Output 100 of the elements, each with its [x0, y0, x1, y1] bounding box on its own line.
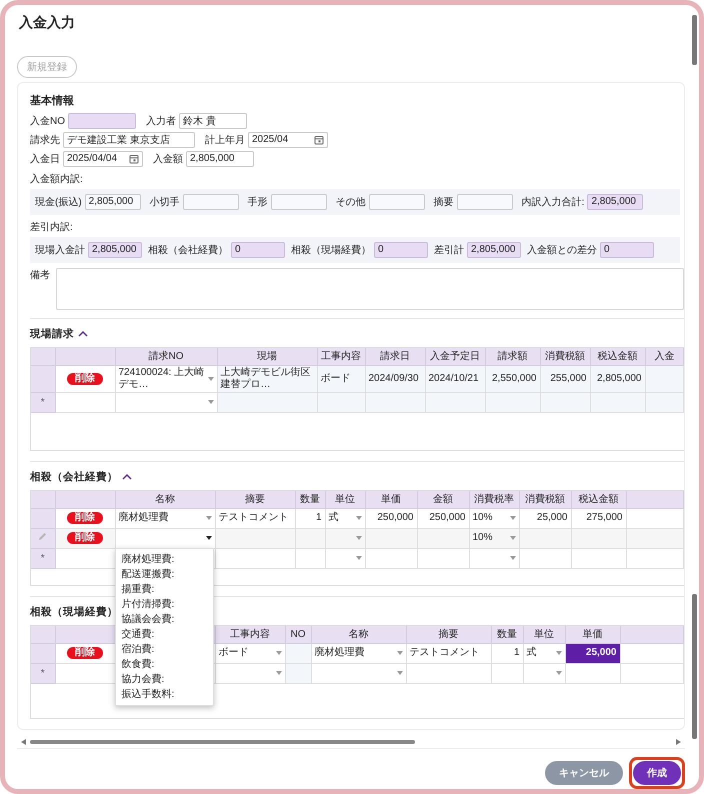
dropdown-option[interactable]: 協議会会費:	[116, 612, 212, 627]
column-header: 現場	[217, 348, 317, 366]
dropdown-cell[interactable]: 10%	[469, 508, 519, 528]
delete-button[interactable]: 削除	[67, 532, 103, 544]
field-label: 差引計	[434, 244, 464, 257]
dropdown-option[interactable]: 片付清掃費:	[116, 596, 212, 612]
dropdown-cell[interactable]: 724100024: 上大崎デモ…	[115, 365, 217, 392]
table-cell: 275,000	[571, 508, 626, 528]
caret-down-icon	[510, 556, 516, 560]
field-label: 備考	[30, 268, 50, 283]
scrollbar-thumb[interactable]	[692, 594, 697, 739]
column-header: 消費税率	[469, 490, 519, 508]
delete-button[interactable]: 削除	[67, 372, 103, 385]
dropdown-option[interactable]: 交通費:	[116, 626, 212, 642]
input-field[interactable]	[368, 194, 425, 210]
field-label: 入金日	[30, 152, 60, 166]
dropdown-option[interactable]: 振込手数料:	[116, 686, 212, 702]
field-label: 入金額	[153, 152, 183, 166]
section-title: 相殺（現場経費）	[30, 604, 118, 619]
date-field[interactable]: 2025/04	[248, 132, 328, 148]
table-cell: 255,000	[540, 365, 590, 392]
field-label: 内訳入力合計:	[522, 196, 584, 209]
field-label: その他	[336, 196, 366, 209]
field-label: 計上年月	[205, 134, 245, 147]
pencil-icon	[38, 532, 48, 542]
vertical-scrollbar[interactable]	[692, 15, 697, 739]
column-header: 消費税額	[519, 490, 571, 508]
delete-button[interactable]: 削除	[67, 512, 103, 524]
date-field[interactable]: 2025/04/04	[63, 150, 143, 167]
dropdown-option[interactable]: 配送運搬費:	[116, 566, 212, 582]
column-header: 名称	[115, 490, 215, 508]
input-field[interactable]	[456, 194, 513, 210]
dropdown-cell[interactable]: 10%	[469, 528, 519, 548]
column-header: 税込金額	[590, 348, 645, 366]
column-header: NO	[285, 626, 311, 644]
field-label: 相殺（現場経費）	[291, 244, 371, 257]
dropdown-cell[interactable]	[115, 392, 217, 412]
dropdown-cell[interactable]: 廃材処理費	[311, 643, 406, 664]
dropdown-cell[interactable]	[325, 548, 365, 568]
dropdown-cell[interactable]: ボード	[215, 643, 285, 664]
delete-button[interactable]: 削除	[67, 647, 103, 660]
caret-down-icon	[556, 671, 562, 676]
dropdown-cell[interactable]: 廃材処理費	[115, 508, 215, 528]
remarks-field[interactable]	[56, 268, 684, 310]
dropdown-cell[interactable]	[311, 663, 406, 684]
dropdown-option[interactable]: 廃材処理費:	[116, 552, 212, 567]
dropdown-option[interactable]: 協力会費:	[116, 672, 212, 687]
dropdown-cell[interactable]: 式	[523, 643, 565, 664]
input-field[interactable]: 2,805,000	[88, 242, 142, 258]
field-label: 請求先	[30, 134, 60, 147]
input-field[interactable]	[270, 194, 327, 210]
input-field[interactable]: 2,805,000	[84, 194, 141, 210]
dialog-title: 入金入力	[18, 13, 76, 32]
column-header: 工事内容	[317, 348, 365, 366]
field-label: 相殺（会社経費）	[148, 244, 228, 257]
calendar-icon	[129, 154, 139, 164]
scrollbar-thumb[interactable]	[30, 740, 415, 744]
input-field[interactable]: 鈴木 貴	[179, 112, 247, 129]
input-field[interactable]	[68, 112, 136, 129]
scroll-left-icon	[21, 739, 26, 746]
input-field[interactable]: 0	[600, 242, 654, 258]
column-header: 請求NO	[115, 348, 217, 366]
dropdown-option[interactable]: 宿泊費:	[116, 642, 212, 657]
caret-down-icon	[208, 400, 214, 404]
row-header: *	[31, 663, 55, 684]
scrollbar-thumb[interactable]	[692, 15, 697, 65]
row-header: *	[31, 392, 55, 412]
table-cell: 2024/09/30	[365, 365, 425, 392]
caret-down-icon	[356, 516, 362, 520]
scroll-right-icon	[676, 739, 681, 746]
field-label: 入力者	[146, 114, 176, 128]
column-header: 税込金額	[571, 490, 626, 508]
dropdown-cell[interactable]	[215, 663, 285, 684]
table-cell: ボード	[317, 365, 365, 392]
dropdown-cell[interactable]: 式	[325, 508, 365, 528]
table-cell: 25,000	[565, 643, 620, 664]
dropdown-cell[interactable]	[325, 528, 365, 548]
input-field[interactable]: 2,805,000	[587, 194, 644, 210]
row-header	[31, 365, 55, 392]
column-header: 入金	[645, 348, 684, 366]
input-field[interactable]: 2,805,000	[467, 242, 521, 258]
input-field[interactable]: 0	[374, 242, 428, 258]
input-field[interactable]: 0	[231, 242, 285, 258]
input-field[interactable]: デモ建設工業 東京支店	[63, 132, 195, 148]
input-field[interactable]	[182, 194, 239, 210]
section-heading: 基本情報	[30, 94, 75, 108]
dropdown-cell[interactable]	[523, 663, 565, 684]
column-header: 入金予定日	[425, 348, 485, 366]
horizontal-scrollbar[interactable]	[17, 736, 685, 749]
column-header: 数量	[491, 626, 523, 644]
dropdown-option[interactable]: 揚重費:	[116, 582, 212, 597]
table-cell: 1	[295, 508, 325, 528]
column-header: 工事内容	[215, 626, 285, 644]
field-label: 入金NO	[30, 114, 65, 128]
row-header: *	[31, 548, 55, 568]
create-button[interactable]: 作成	[633, 761, 681, 785]
dropdown-cell[interactable]	[469, 548, 519, 568]
dropdown-option[interactable]: 飲食費:	[116, 656, 212, 672]
column-header: 摘要	[215, 490, 295, 508]
input-field[interactable]: 2,805,000	[186, 150, 254, 167]
